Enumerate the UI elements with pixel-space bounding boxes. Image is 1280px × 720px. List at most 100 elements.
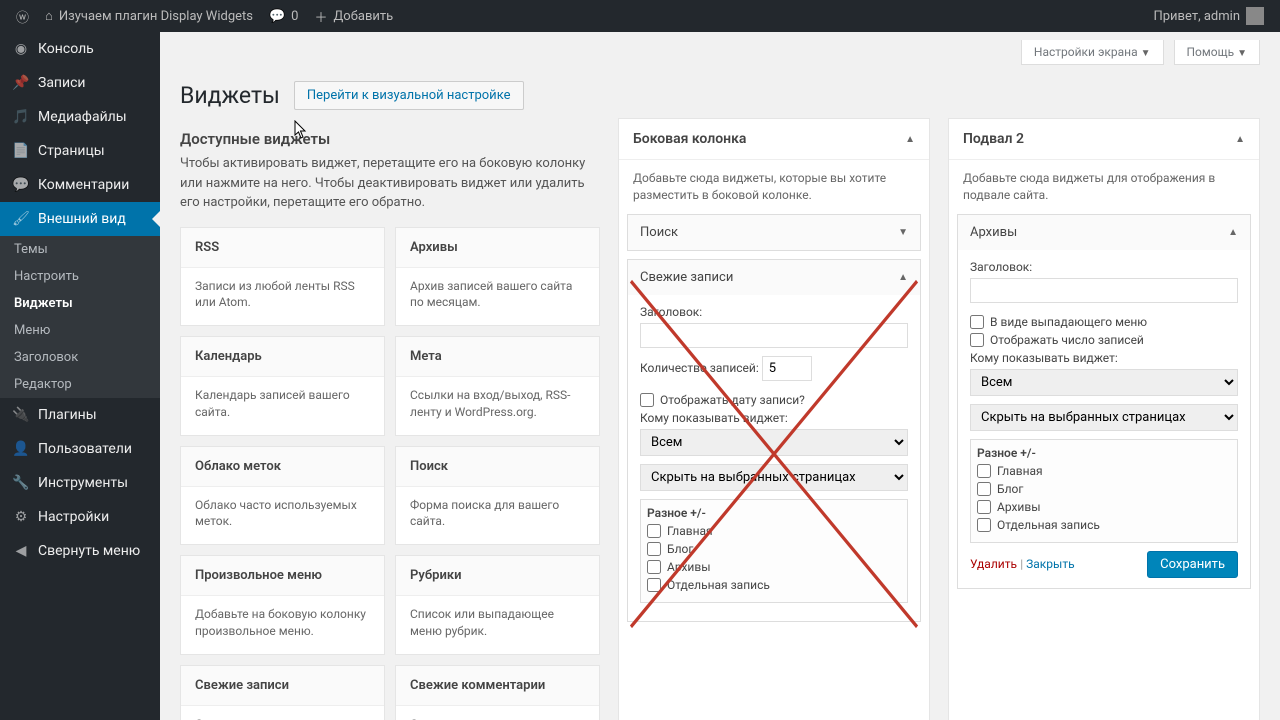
widget-desc: Самые свежие записи вашего сайта. xyxy=(181,706,384,720)
home-icon: ⌂ xyxy=(45,8,53,24)
menu-posts[interactable]: 📌Записи xyxy=(0,66,160,100)
available-widget[interactable]: Произвольное менюДобавьте на боковую кол… xyxy=(180,555,385,655)
sub-customize[interactable]: Настроить xyxy=(0,263,160,290)
available-widgets-column: Доступные виджеты Чтобы активировать вид… xyxy=(180,118,600,720)
sub-menus[interactable]: Меню xyxy=(0,317,160,344)
help-tab[interactable]: Помощь ▼ xyxy=(1174,40,1261,65)
submenu-appearance: Темы Настроить Виджеты Меню Заголовок Ре… xyxy=(0,236,160,398)
menu-pages[interactable]: 📄Страницы xyxy=(0,134,160,168)
widget-title: Календарь xyxy=(181,337,384,377)
sub-themes[interactable]: Темы xyxy=(0,236,160,263)
misc-toggle[interactable]: Разное +/- xyxy=(647,506,901,520)
available-widget[interactable]: Облако метокОблако часто используемых ме… xyxy=(180,446,385,546)
chk-dropdown[interactable] xyxy=(970,315,984,329)
account-link[interactable]: Привет, admin xyxy=(1145,0,1272,32)
chk-page[interactable] xyxy=(647,578,661,592)
widget-toggle[interactable]: Архивы▲ xyxy=(958,215,1250,250)
chk-show-count[interactable] xyxy=(970,333,984,347)
available-widget[interactable]: Свежие записиСамые свежие записи вашего … xyxy=(180,665,385,720)
chk-page[interactable] xyxy=(977,482,991,496)
widget-desc: Календарь записей вашего сайта. xyxy=(181,377,384,435)
comment-icon: 💬 xyxy=(12,176,30,194)
page-checklist[interactable]: Разное +/- ГлавнаяБлогАрхивыОтдельная за… xyxy=(970,439,1238,543)
available-widget[interactable]: RSSЗаписи из любой ленты RSS или Atom. xyxy=(180,227,385,327)
label-title: Заголовок: xyxy=(970,260,1238,274)
select-show-to[interactable]: Всем xyxy=(970,369,1238,396)
comment-count: 0 xyxy=(291,9,298,24)
widget-title: Облако меток xyxy=(181,447,384,487)
screen-meta: Настройки экрана ▼ Помощь ▼ xyxy=(180,32,1260,65)
caret-down-icon: ▼ xyxy=(1237,48,1247,59)
widget-toggle[interactable]: Поиск▼ xyxy=(628,215,920,250)
sidebar-area-main: Боковая колонка ▲ Добавьте сюда виджеты,… xyxy=(618,118,930,720)
close-widget-link[interactable]: Закрыть xyxy=(1026,557,1074,571)
available-widget[interactable]: МетаСсылки на вход/выход, RSS-ленту и Wo… xyxy=(395,336,600,436)
chk-page-label: Архивы xyxy=(667,560,711,574)
available-heading: Доступные виджеты xyxy=(180,118,600,154)
page-icon: 📄 xyxy=(12,142,30,160)
menu-users[interactable]: 👤Пользователи xyxy=(0,432,160,466)
wp-logo[interactable]: ⓦ xyxy=(8,0,37,32)
chk-show-date[interactable] xyxy=(640,393,654,407)
plug-icon: 🔌 xyxy=(12,406,30,424)
available-widget[interactable]: ПоискФорма поиска для вашего сайта. xyxy=(395,446,600,546)
input-title[interactable] xyxy=(640,323,908,348)
menu-collapse[interactable]: ◀Свернуть меню xyxy=(0,534,160,568)
select-show-to[interactable]: Всем xyxy=(640,429,908,456)
comments-link[interactable]: 💬0 xyxy=(261,0,307,32)
sidebar-area-title: Боковая колонка xyxy=(633,131,746,147)
sub-editor[interactable]: Редактор xyxy=(0,371,160,398)
add-new[interactable]: ＋Добавить xyxy=(306,0,401,32)
misc-toggle[interactable]: Разное +/- xyxy=(977,446,1231,460)
input-count[interactable] xyxy=(762,356,812,381)
admin-menu: ◉Консоль 📌Записи 🎵Медиафайлы 📄Страницы 💬… xyxy=(0,32,160,720)
label-show-to: Кому показывать виджет: xyxy=(970,351,1238,365)
screen-options-tab[interactable]: Настройки экрана ▼ xyxy=(1021,40,1164,65)
comment-icon: 💬 xyxy=(269,9,285,24)
label-show-to: Кому показывать виджет: xyxy=(640,411,908,425)
sub-widgets[interactable]: Виджеты xyxy=(0,290,160,317)
sidebar-area-head[interactable]: Подвал 2 ▲ xyxy=(949,119,1259,160)
available-widget[interactable]: РубрикиСписок или выпадающее меню рубрик… xyxy=(395,555,600,655)
sub-header[interactable]: Заголовок xyxy=(0,344,160,371)
input-title[interactable] xyxy=(970,278,1238,303)
plus-icon: ＋ xyxy=(314,7,327,26)
chk-page-label: Главная xyxy=(667,524,713,538)
available-widget[interactable]: КалендарьКалендарь записей вашего сайта. xyxy=(180,336,385,436)
widget-desc: Архив записей вашего сайта по месяцам. xyxy=(396,268,599,326)
menu-comments[interactable]: 💬Комментарии xyxy=(0,168,160,202)
widget-title: Поиск xyxy=(396,447,599,487)
menu-settings[interactable]: ⚙Настройки xyxy=(0,500,160,534)
widget-toggle[interactable]: Свежие записи▲ xyxy=(628,260,920,295)
chk-page[interactable] xyxy=(647,524,661,538)
chk-page[interactable] xyxy=(647,542,661,556)
select-hide-on[interactable]: Скрыть на выбранных страницах xyxy=(640,464,908,491)
widget-desc: Записи из любой ленты RSS или Atom. xyxy=(181,268,384,326)
available-widget[interactable]: Свежие комментарииСамые свежие комментар… xyxy=(395,665,600,720)
widget-title: Свежие комментарии xyxy=(396,666,599,706)
site-name[interactable]: ⌂Изучаем плагин Display Widgets xyxy=(37,0,261,32)
save-widget-button[interactable]: Сохранить xyxy=(1147,551,1238,578)
menu-console[interactable]: ◉Консоль xyxy=(0,32,160,66)
delete-widget-link[interactable]: Удалить xyxy=(970,557,1017,571)
menu-tools[interactable]: 🔧Инструменты xyxy=(0,466,160,500)
widget-instance-recent-posts: Свежие записи▲ Заголовок: Количество зап… xyxy=(627,259,921,622)
menu-media[interactable]: 🎵Медиафайлы xyxy=(0,100,160,134)
manage-with-live-preview[interactable]: Перейти к визуальной настройке xyxy=(294,81,524,110)
sidebar-area-head[interactable]: Боковая колонка ▲ xyxy=(619,119,929,160)
available-widget[interactable]: АрхивыАрхив записей вашего сайта по меся… xyxy=(395,227,600,327)
sidebar-area-desc: Добавьте сюда виджеты, которые вы хотите… xyxy=(619,160,929,214)
menu-appearance[interactable]: 🖌Внешний вид xyxy=(0,202,160,236)
page-checklist[interactable]: Разное +/- ГлавнаяБлогАрхивыОтдельная за… xyxy=(640,499,908,603)
menu-plugins[interactable]: 🔌Плагины xyxy=(0,398,160,432)
page-header: Виджеты Перейти к визуальной настройке xyxy=(180,65,1260,118)
greeting-label: Привет, admin xyxy=(1153,9,1240,24)
media-icon: 🎵 xyxy=(12,108,30,126)
chk-page[interactable] xyxy=(977,464,991,478)
select-hide-on[interactable]: Скрыть на выбранных страницах xyxy=(970,404,1238,431)
chk-page[interactable] xyxy=(647,560,661,574)
tools-icon: 🔧 xyxy=(12,474,30,492)
chk-page[interactable] xyxy=(977,500,991,514)
chk-page[interactable] xyxy=(977,518,991,532)
widget-instance-archives: Архивы▲ Заголовок: В виде выпадающего ме… xyxy=(957,214,1251,589)
